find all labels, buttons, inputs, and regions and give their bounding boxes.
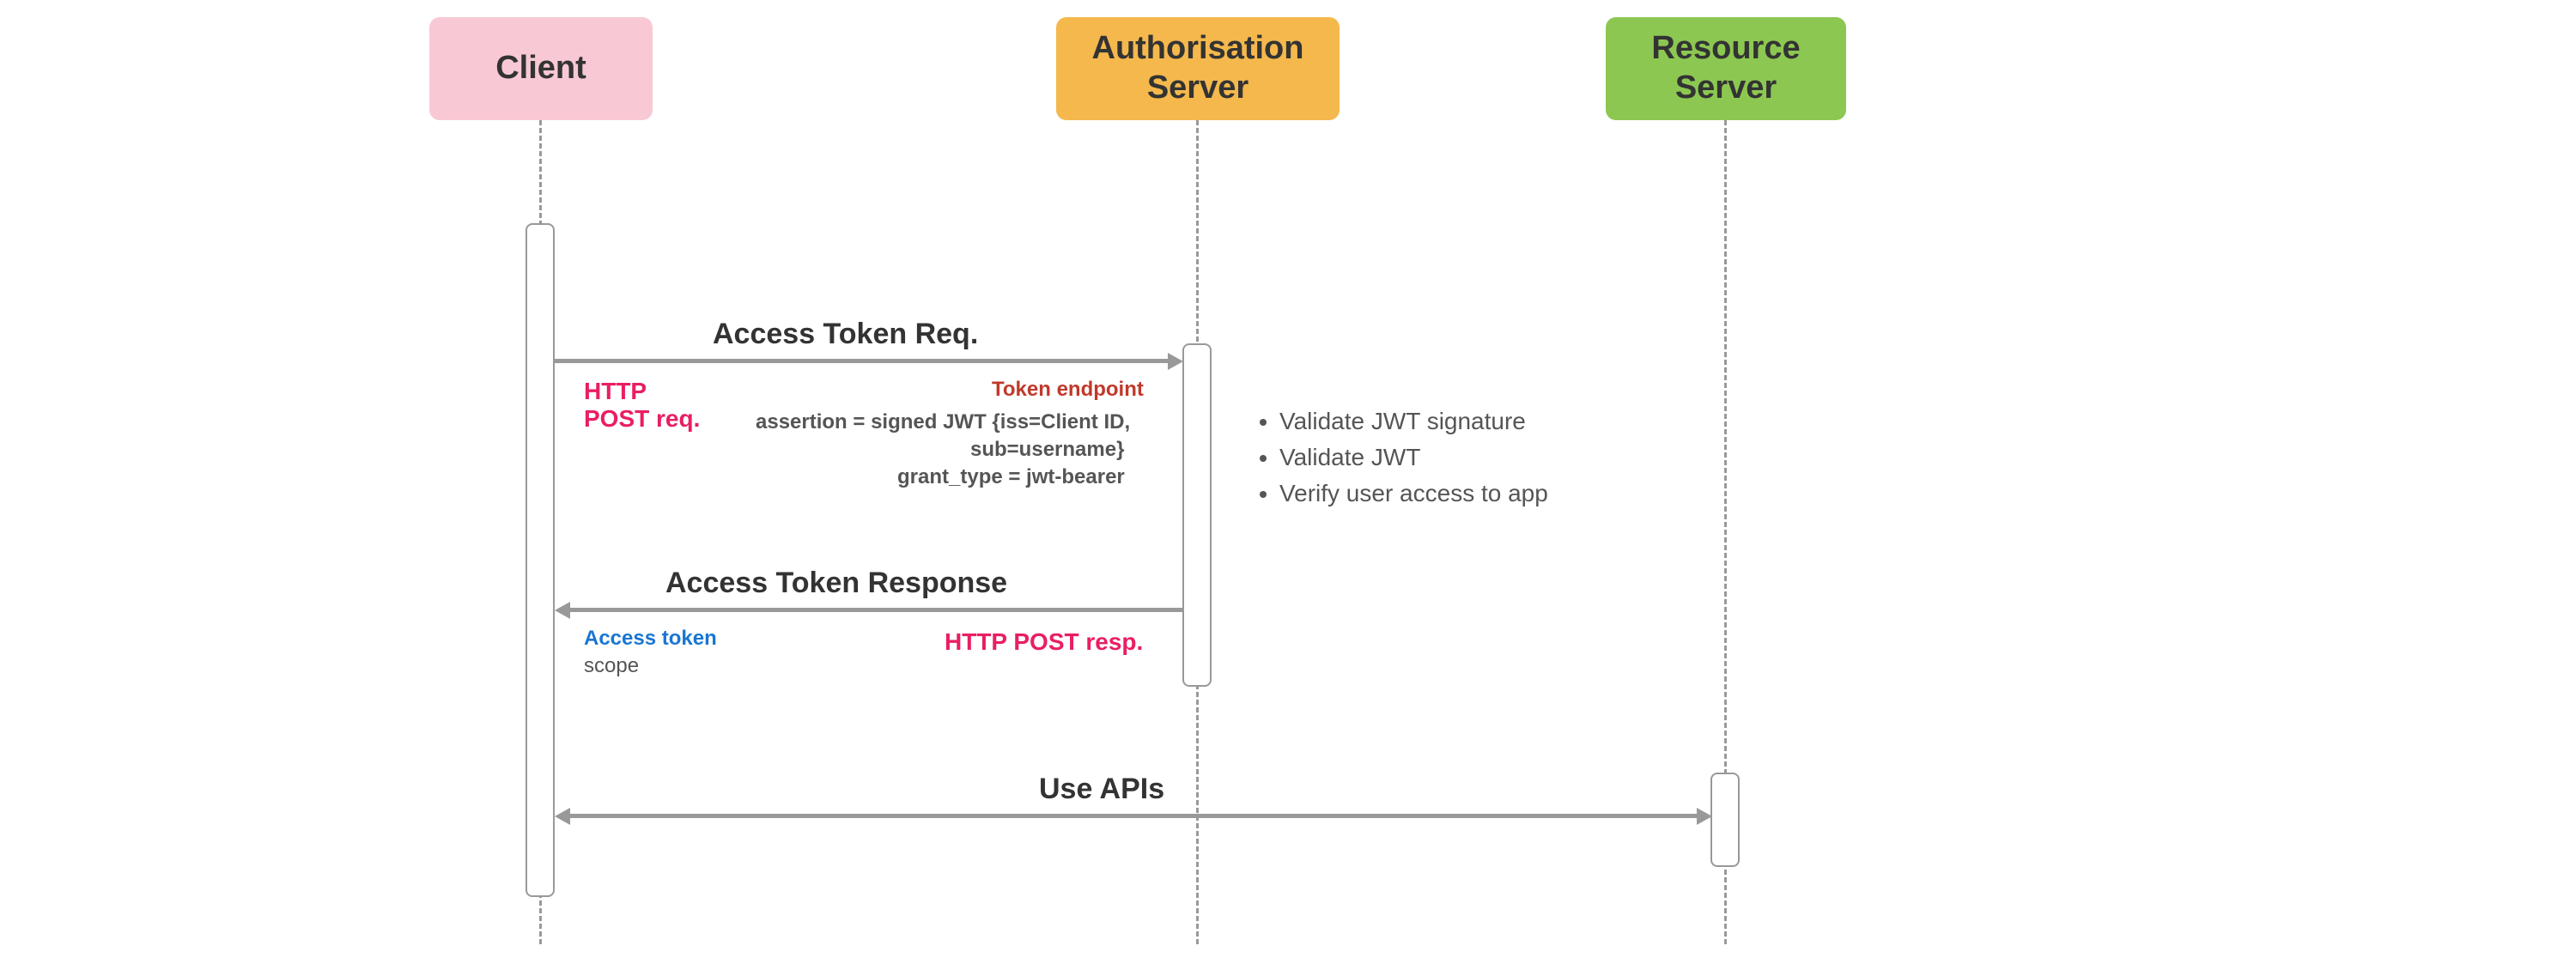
validation-list: Validate JWT signature Validate JWT Veri… <box>1254 403 1623 512</box>
arrow-use-apis-head-right <box>1697 808 1712 825</box>
validate-item-3: Verify user access to app <box>1279 476 1623 512</box>
validate-item-2: Validate JWT <box>1279 440 1623 476</box>
arrow-resp <box>567 608 1182 612</box>
msg-use-apis: Use APIs <box>1039 773 1164 806</box>
participant-resource-label: Resource Server <box>1651 29 1800 107</box>
participant-resource-server: Resource Server <box>1606 17 1846 120</box>
activation-auth <box>1182 343 1212 687</box>
validate-item-1: Validate JWT signature <box>1279 403 1623 440</box>
participant-auth-server: Authorisation Server <box>1056 17 1340 120</box>
participant-client: Client <box>429 17 653 120</box>
activation-resource <box>1710 773 1740 867</box>
arrow-use-apis <box>567 814 1700 818</box>
participant-auth-label: Authorisation Server <box>1092 29 1304 107</box>
label-http-post-resp: HTTP POST resp. <box>945 628 1143 656</box>
arrow-resp-head <box>555 602 570 619</box>
msg-access-token-resp: Access Token Response <box>665 567 1007 600</box>
label-grant-type: grant_type = jwt-bearer <box>897 465 1125 489</box>
label-assertion-2: sub=username} <box>970 438 1124 462</box>
label-scope: scope <box>584 654 639 678</box>
arrow-use-apis-head-left <box>555 808 570 825</box>
arrow-req <box>555 359 1171 363</box>
label-token-endpoint: Token endpoint <box>992 378 1144 402</box>
participant-client-label: Client <box>495 49 586 88</box>
label-assertion-1: assertion = signed JWT {iss=Client ID, <box>756 410 1130 434</box>
label-http-post-req: HTTP POST req. <box>584 378 700 433</box>
arrow-req-head <box>1168 353 1183 370</box>
label-access-token: Access token <box>584 627 717 651</box>
activation-client <box>526 223 555 897</box>
msg-access-token-req: Access Token Req. <box>713 318 978 351</box>
